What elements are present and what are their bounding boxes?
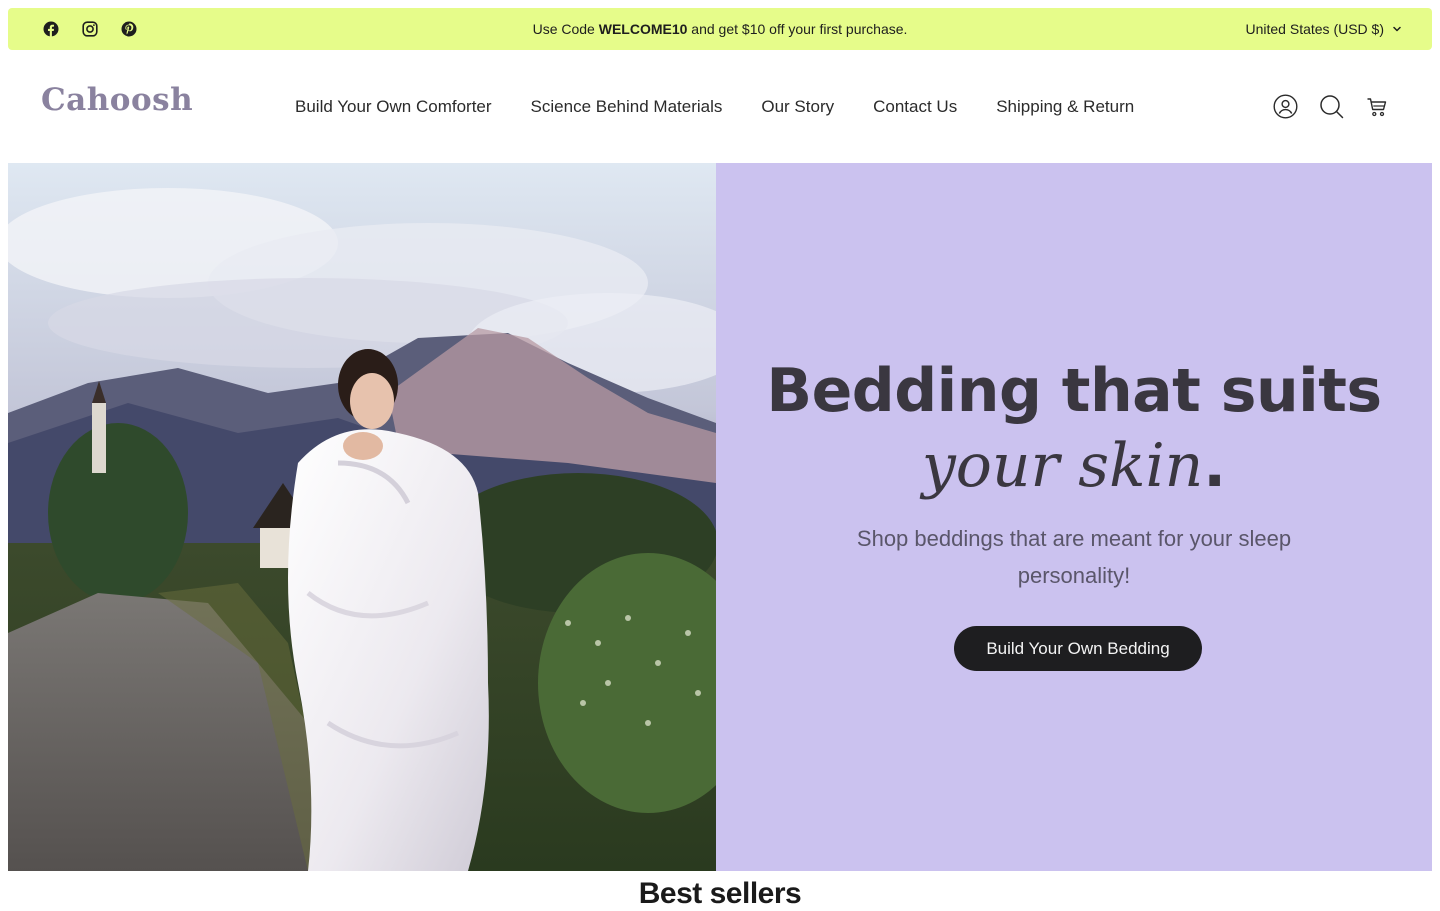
hero-headline-italic: your skin.: [716, 431, 1432, 501]
nav-science-behind-materials[interactable]: Science Behind Materials: [531, 97, 723, 117]
nav-build-your-own-comforter[interactable]: Build Your Own Comforter: [295, 97, 492, 117]
main-nav: Build Your Own Comforter Science Behind …: [295, 50, 1134, 163]
site-header: Cahoosh Build Your Own Comforter Science…: [0, 50, 1440, 163]
promo-suffix: and get $10 off your first purchase.: [687, 21, 908, 37]
currency-selector[interactable]: United States (USD $): [1246, 8, 1403, 50]
nav-contact-us[interactable]: Contact Us: [873, 97, 957, 117]
hero-image: [8, 163, 716, 871]
nav-our-story[interactable]: Our Story: [761, 97, 834, 117]
hero-headline-period: .: [1203, 431, 1227, 501]
hero-section: Bedding that suits your skin. Shop beddi…: [8, 163, 1432, 871]
currency-label: United States (USD $): [1245, 21, 1385, 37]
site-logo[interactable]: Cahoosh: [41, 82, 193, 118]
hero-headline: Bedding that suits: [766, 356, 1382, 426]
header-icons: [1272, 50, 1390, 163]
hero-subtext: Shop beddings that are meant for your sl…: [856, 526, 1292, 588]
promo-prefix: Use Code: [532, 21, 599, 37]
cart-icon[interactable]: [1364, 94, 1390, 120]
chevron-down-icon: [1392, 21, 1402, 37]
promo-message: Use Code WELCOME10 and get $10 off your …: [8, 8, 1432, 50]
build-your-own-bedding-button[interactable]: Build Your Own Bedding: [954, 626, 1202, 671]
announcement-bar: Use Code WELCOME10 and get $10 off your …: [8, 8, 1432, 50]
account-icon[interactable]: [1272, 94, 1298, 120]
promo-code: WELCOME10: [598, 21, 688, 37]
search-icon[interactable]: [1318, 94, 1344, 120]
hero-headline-italic-text: your skin: [921, 431, 1204, 501]
hero-panel: Bedding that suits your skin. Shop beddi…: [716, 163, 1432, 871]
section-title-best-sellers: Best sellers: [638, 877, 802, 910]
nav-shipping-return[interactable]: Shipping & Return: [996, 97, 1134, 117]
